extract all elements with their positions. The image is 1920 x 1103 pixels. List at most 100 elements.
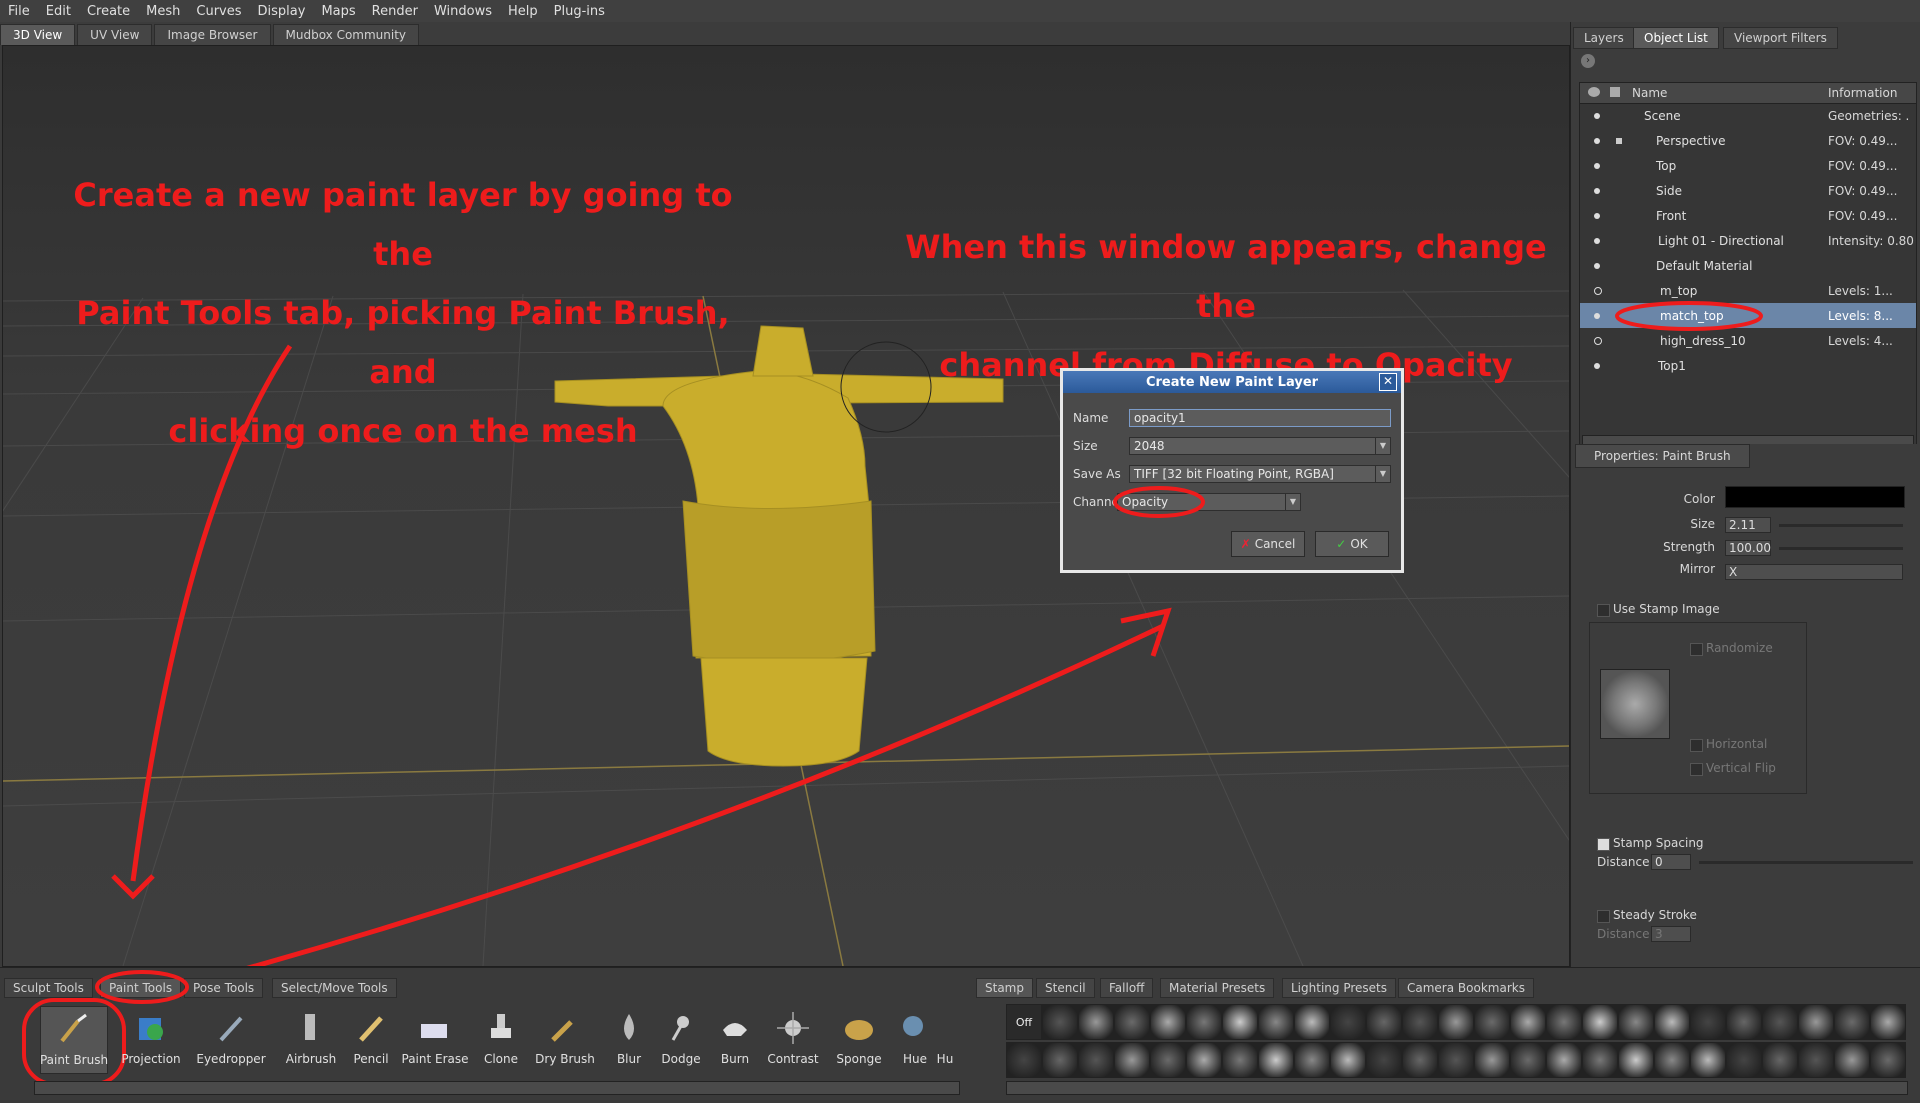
menu-create[interactable]: Create [79,4,138,19]
object-row-default-material[interactable]: Default Material [1580,253,1916,278]
stamp-thumbnail[interactable] [1834,1004,1870,1040]
tab-material-presets[interactable]: Material Presets [1160,978,1275,998]
stamp-thumbnail[interactable] [1654,1042,1690,1078]
stamp-thumbnail[interactable] [1150,1004,1186,1040]
stamp-thumbnail[interactable] [1870,1004,1906,1040]
stamp-thumbnail[interactable] [1582,1042,1618,1078]
object-row-front[interactable]: Front FOV: 0.49... [1580,203,1916,228]
visibility-icon[interactable] [1594,262,1600,269]
stamp-thumbnail[interactable] [1186,1042,1222,1078]
tools-scrollbar[interactable] [34,1081,960,1095]
tool-contrast[interactable]: Contrast [760,1006,826,1072]
stamp-thumbnail[interactable] [1366,1042,1402,1078]
size-slider[interactable] [1779,524,1903,527]
stamp-thumbnail[interactable] [1438,1042,1474,1078]
visibility-icon[interactable] [1594,237,1600,244]
menu-mesh[interactable]: Mesh [138,4,188,19]
menu-render[interactable]: Render [364,4,426,19]
dialog-title-bar[interactable]: Create New Paint Layer ✕ [1063,371,1401,393]
stamp-thumbnail[interactable] [1258,1042,1294,1078]
stamp-thumbnail[interactable] [1042,1004,1078,1040]
tab-camera-bookmarks[interactable]: Camera Bookmarks [1398,978,1534,998]
menu-maps[interactable]: Maps [313,4,363,19]
tab-3d-view[interactable]: 3D View [0,24,76,45]
tab-pose-tools[interactable]: Pose Tools [184,978,264,998]
cancel-button[interactable]: ✗ Cancel [1231,531,1305,557]
dialog-size-select[interactable]: 2048 ▼ [1129,437,1391,455]
stamp-thumbnail[interactable] [1294,1042,1330,1078]
visibility-icon[interactable] [1594,187,1600,194]
stamp-thumbnail[interactable] [1726,1004,1762,1040]
col-info-header[interactable]: Information [1828,86,1897,100]
tool-airbrush[interactable]: Airbrush [278,1006,344,1072]
stamp-thumbnail[interactable] [1330,1042,1366,1078]
distance-slider[interactable] [1699,861,1913,864]
stamp-thumbnail[interactable] [1546,1042,1582,1078]
mirror-select[interactable]: X [1725,564,1903,580]
use-stamp-checkbox[interactable] [1597,604,1610,617]
stamp-thumbnail[interactable] [1402,1004,1438,1040]
ok-button[interactable]: ✓ OK [1315,531,1389,557]
steady-distance-input[interactable]: 3 [1651,926,1691,942]
menu-file[interactable]: File [0,4,38,19]
stamp-thumbnail[interactable] [1834,1042,1870,1078]
stamp-thumbnail[interactable] [1330,1004,1366,1040]
tab-layers[interactable]: Layers [1573,27,1635,49]
visibility-icon[interactable] [1594,312,1600,319]
stamp-thumbnail[interactable] [1006,1042,1042,1078]
tool-eyedropper[interactable]: Eyedropper [196,1006,266,1072]
size-input[interactable]: 2.11 [1725,517,1771,533]
object-row-light[interactable]: Light 01 - Directional Intensity: 0.80 [1580,228,1916,253]
tab-object-list[interactable]: Object List [1633,27,1719,49]
stamp-thumbnail[interactable] [1762,1042,1798,1078]
stamp-thumbnail[interactable] [1402,1042,1438,1078]
tab-select-move-tools[interactable]: Select/Move Tools [272,978,397,998]
menu-display[interactable]: Display [250,4,314,19]
tool-dry-brush[interactable]: Dry Brush [532,1006,598,1072]
stamp-thumbnail[interactable] [1186,1004,1222,1040]
stamp-thumbnail[interactable] [1798,1004,1834,1040]
tab-properties-paint-brush[interactable]: Properties: Paint Brush [1575,444,1750,468]
visibility-icon[interactable] [1594,162,1600,169]
stamp-thumbnail[interactable] [1510,1004,1546,1040]
collapse-icon[interactable]: › [1581,54,1595,68]
stamp-thumbnail[interactable] [1762,1004,1798,1040]
dialog-saveas-select[interactable]: TIFF [32 bit Floating Point, RGBA] ▼ [1129,465,1391,483]
menu-edit[interactable]: Edit [38,4,79,19]
object-row-side[interactable]: Side FOV: 0.49... [1580,178,1916,203]
stamp-thumbnail[interactable] [1618,1004,1654,1040]
visibility-icon[interactable] [1594,286,1602,295]
stamp-thumbnail[interactable] [1510,1042,1546,1078]
col-name-header[interactable]: Name [1632,86,1667,100]
tab-sculpt-tools[interactable]: Sculpt Tools [4,978,93,998]
dialog-name-input[interactable]: opacity1 [1129,409,1391,427]
steady-stroke-checkbox[interactable] [1597,910,1610,923]
stamp-thumbnail[interactable] [1114,1042,1150,1078]
tool-projection[interactable]: Projection [118,1006,184,1072]
lock-icon[interactable] [1616,137,1622,144]
stamp-thumbnail[interactable] [1438,1004,1474,1040]
tab-stencil[interactable]: Stencil [1036,978,1095,998]
tab-image-browser[interactable]: Image Browser [154,24,271,45]
tab-lighting-presets[interactable]: Lighting Presets [1282,978,1396,998]
stamp-thumbnail[interactable] [1078,1004,1114,1040]
visibility-icon[interactable] [1594,362,1600,369]
tab-falloff[interactable]: Falloff [1100,978,1154,998]
stamp-thumbnail[interactable] [1474,1004,1510,1040]
object-row-high-dress[interactable]: high_dress_10 Levels: 4... [1580,328,1916,353]
visibility-icon[interactable] [1594,212,1600,219]
tab-viewport-filters[interactable]: Viewport Filters [1723,27,1838,49]
strength-slider[interactable] [1779,547,1903,550]
menu-plugins[interactable]: Plug-ins [546,4,613,19]
tool-burn[interactable]: Burn [702,1006,768,1072]
stamp-thumbnail[interactable] [1222,1004,1258,1040]
stamp-thumbnail[interactable] [1150,1042,1186,1078]
stamp-spacing-checkbox[interactable] [1597,838,1610,851]
stamp-thumbnail[interactable] [1222,1042,1258,1078]
horizontal-checkbox[interactable] [1690,739,1703,752]
stamp-thumbnail[interactable] [1258,1004,1294,1040]
object-row-scene[interactable]: Scene Geometries: . [1580,103,1916,128]
stamp-thumbnail[interactable] [1690,1042,1726,1078]
stamp-thumbnail[interactable] [1474,1042,1510,1078]
tool-paint-erase[interactable]: Paint Erase [402,1006,469,1072]
